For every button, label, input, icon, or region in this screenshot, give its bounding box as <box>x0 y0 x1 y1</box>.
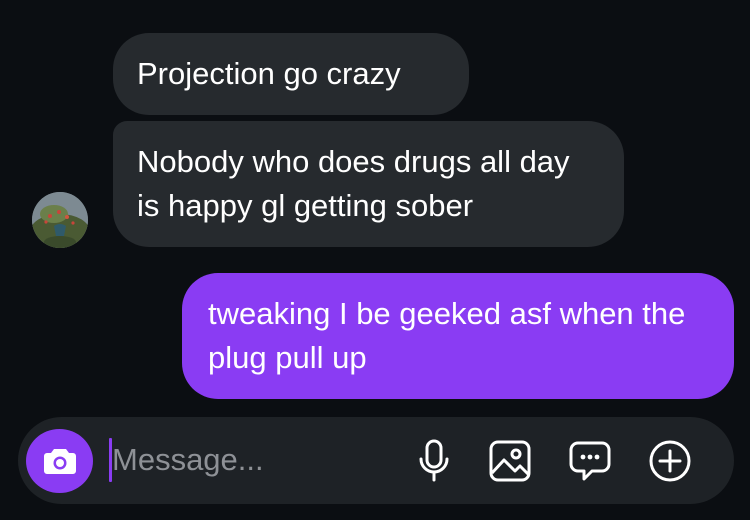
incoming-message-bubble[interactable]: Nobody who does drugs all day is happy g… <box>113 121 624 247</box>
plus-circle-icon <box>649 440 691 482</box>
voice-message-button[interactable] <box>410 437 458 485</box>
message-input[interactable] <box>112 437 392 483</box>
image-icon <box>489 440 531 482</box>
more-options-button[interactable] <box>646 437 694 485</box>
message-text: Nobody who does drugs all day is happy g… <box>137 144 570 223</box>
message-text: Projection go crazy <box>137 56 401 91</box>
gallery-button[interactable] <box>486 437 534 485</box>
outgoing-message-bubble[interactable]: tweaking I be geeked asf when the plug p… <box>182 273 734 399</box>
sticker-button[interactable] <box>566 437 614 485</box>
microphone-icon <box>419 439 449 482</box>
sender-avatar[interactable] <box>32 192 88 248</box>
avatar-image <box>32 192 88 248</box>
sticker-chat-icon <box>569 441 611 481</box>
camera-icon <box>43 449 76 474</box>
camera-button[interactable] <box>26 429 93 493</box>
incoming-message-bubble[interactable]: Projection go crazy <box>113 33 469 115</box>
message-text: tweaking I be geeked asf when the plug p… <box>208 296 686 375</box>
